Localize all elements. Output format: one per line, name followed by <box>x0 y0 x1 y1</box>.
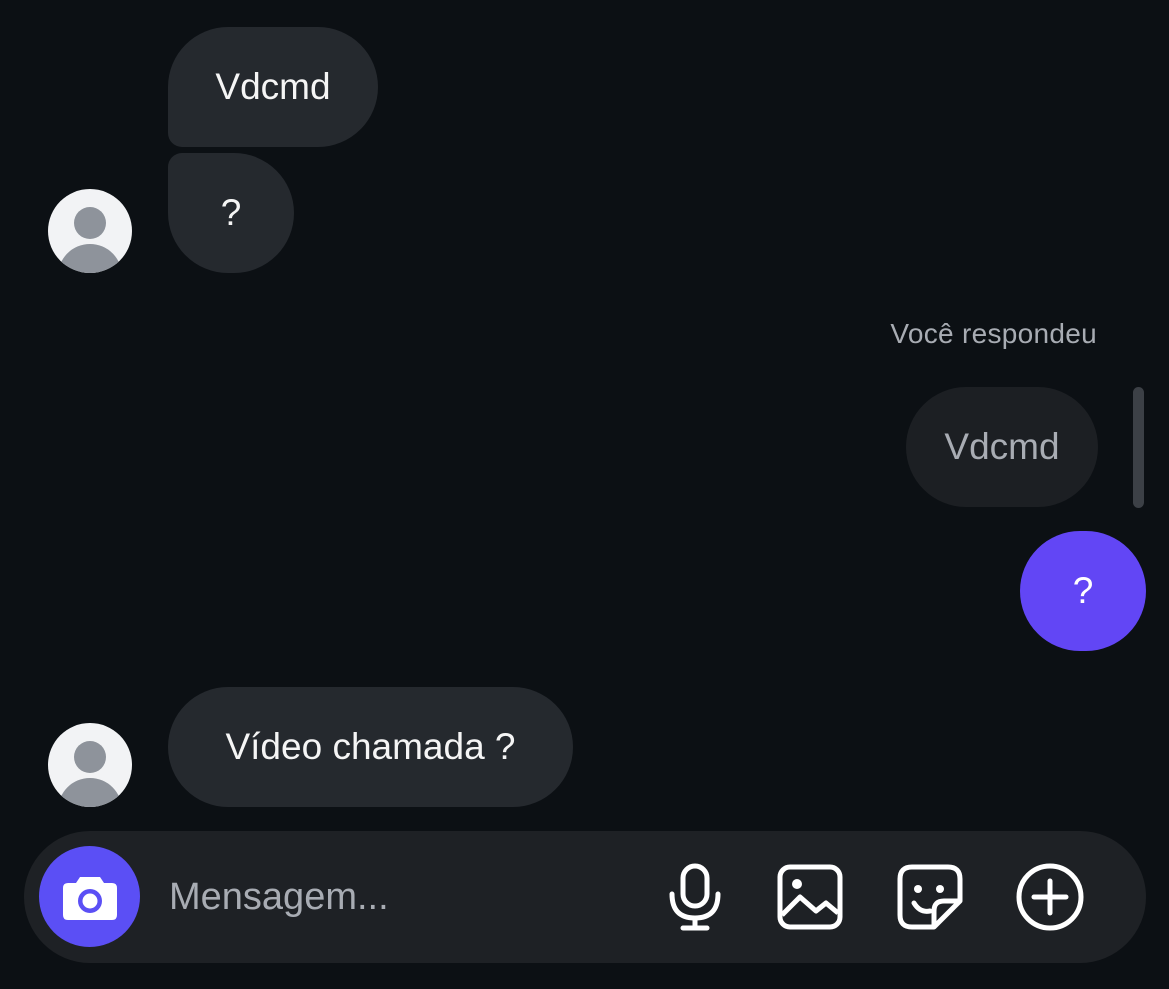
message-composer <box>24 831 1146 963</box>
message-text: Vídeo chamada ? <box>225 726 516 767</box>
scrollbar[interactable] <box>1133 387 1144 508</box>
sticker-button[interactable] <box>890 857 970 937</box>
replied-message-text: Vdcmd <box>944 426 1060 467</box>
avatar-head <box>74 741 106 773</box>
microphone-icon <box>669 863 721 931</box>
incoming-message-bubble[interactable]: Vdcmd <box>168 27 378 147</box>
replied-message-preview[interactable]: Vdcmd <box>906 387 1098 507</box>
camera-icon <box>62 876 117 920</box>
image-gallery-icon <box>777 864 843 930</box>
message-text: ? <box>220 192 242 233</box>
incoming-message-bubble[interactable]: Vídeo chamada ? <box>168 687 573 807</box>
message-input[interactable] <box>169 861 619 933</box>
message-text: Vdcmd <box>215 66 331 107</box>
reply-label: Você respondeu <box>890 318 1097 349</box>
gallery-button[interactable] <box>770 857 850 937</box>
microphone-button[interactable] <box>655 857 735 937</box>
avatar-head <box>74 207 106 239</box>
camera-button[interactable] <box>39 846 140 947</box>
sticker-icon <box>897 864 963 930</box>
more-button[interactable] <box>1010 857 1090 937</box>
avatar-body <box>58 778 122 807</box>
avatar[interactable] <box>48 189 132 273</box>
avatar-body <box>58 244 122 273</box>
outgoing-message-bubble[interactable]: ? <box>1020 531 1146 651</box>
plus-circle-icon <box>1016 863 1084 931</box>
message-text: ? <box>1072 570 1094 611</box>
avatar[interactable] <box>48 723 132 807</box>
incoming-message-bubble[interactable]: ? <box>168 153 294 273</box>
